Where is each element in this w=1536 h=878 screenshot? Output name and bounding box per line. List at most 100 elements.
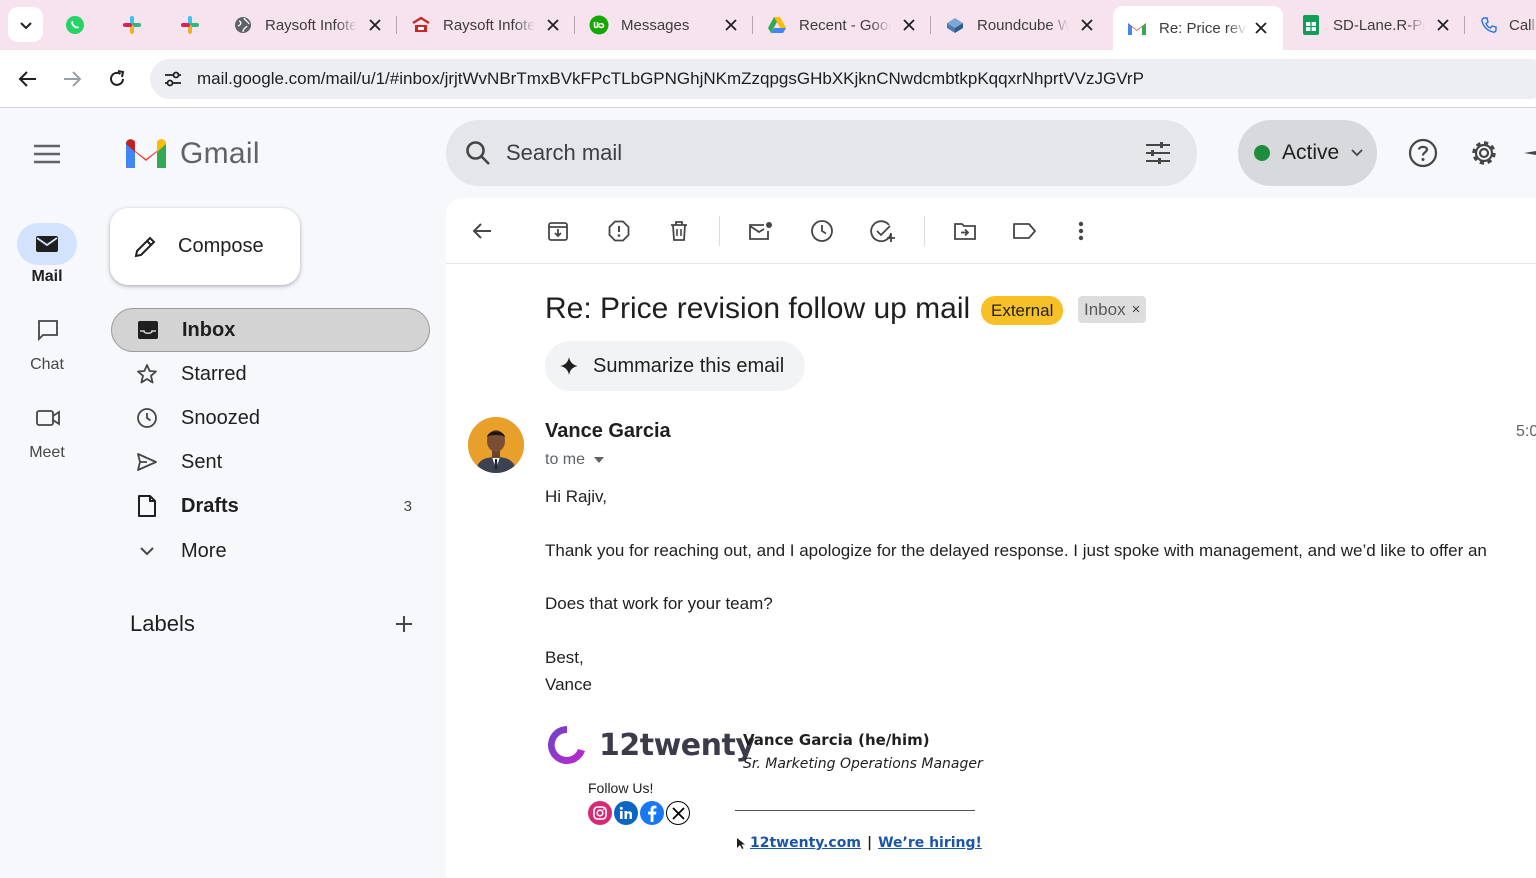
browser-tab-active[interactable]: Re: Price revision bbox=[1113, 6, 1283, 50]
rail-item-chat[interactable] bbox=[20, 314, 76, 346]
mark-unread-button[interactable] bbox=[747, 217, 775, 245]
archive-button[interactable] bbox=[544, 217, 572, 245]
forward-button[interactable] bbox=[58, 65, 86, 93]
mail-icon bbox=[36, 236, 58, 252]
reload-button[interactable] bbox=[103, 65, 131, 93]
status-button[interactable]: Active bbox=[1238, 120, 1377, 186]
search-button[interactable] bbox=[464, 139, 492, 167]
folder-drafts[interactable]: Drafts 3 bbox=[111, 484, 430, 528]
email-timestamp: 5:0 bbox=[1516, 423, 1536, 440]
close-tab-icon[interactable] bbox=[367, 17, 383, 33]
x-link[interactable] bbox=[666, 801, 690, 825]
rail-label-mail[interactable]: Mail bbox=[0, 268, 94, 286]
external-badge: External bbox=[981, 296, 1064, 325]
inbox-icon bbox=[138, 321, 158, 339]
browser-tab[interactable]: SD-Lane.R-Price bbox=[1287, 0, 1465, 50]
arrow-left-icon bbox=[18, 71, 36, 87]
sender-name[interactable]: Vance Garcia bbox=[545, 420, 671, 443]
tab-title: Messages bbox=[621, 16, 690, 34]
browser-tab[interactable]: Roundcube Webmail bbox=[931, 0, 1109, 50]
gear-icon bbox=[1472, 141, 1496, 165]
remove-label-icon[interactable]: × bbox=[1132, 301, 1141, 318]
rail-label-meet[interactable]: Meet bbox=[0, 444, 94, 462]
report-spam-button[interactable] bbox=[605, 217, 633, 245]
clock-icon bbox=[137, 408, 157, 428]
close-tab-icon[interactable] bbox=[723, 17, 739, 33]
browser-tab[interactable]: Messages bbox=[575, 0, 753, 50]
pinned-tab-slack-1[interactable] bbox=[117, 10, 147, 40]
careers-link[interactable]: We’re hiring! bbox=[878, 835, 982, 851]
instagram-icon bbox=[593, 806, 607, 820]
link-separator: | bbox=[866, 835, 873, 851]
support-button[interactable] bbox=[1405, 135, 1441, 171]
close-tab-icon[interactable] bbox=[1435, 17, 1451, 33]
caret-down-icon bbox=[594, 457, 605, 463]
folder-inbox[interactable]: Inbox bbox=[111, 308, 430, 352]
google-drive-icon bbox=[768, 17, 786, 33]
company-website-link[interactable]: 12twenty.com bbox=[750, 835, 861, 851]
close-tab-icon[interactable] bbox=[545, 17, 561, 33]
back-button[interactable] bbox=[14, 65, 42, 93]
upwork-logo-icon bbox=[589, 15, 609, 35]
filter-sliders-icon bbox=[1146, 142, 1170, 164]
delete-button[interactable] bbox=[665, 217, 693, 245]
more-actions-button[interactable] bbox=[1067, 217, 1095, 245]
send-icon bbox=[137, 453, 157, 471]
email-body-line: Does that work for your team? bbox=[545, 594, 773, 613]
labels-button[interactable] bbox=[1011, 217, 1039, 245]
rail-item-meet[interactable] bbox=[20, 402, 76, 434]
folder-starred[interactable]: Starred bbox=[111, 352, 430, 396]
pinned-tab-slack-2[interactable] bbox=[175, 10, 205, 40]
folder-sent[interactable]: Sent bbox=[111, 440, 430, 484]
gemini-button[interactable] bbox=[1520, 135, 1536, 171]
report-icon bbox=[608, 220, 630, 242]
signature-logo: 12twenty bbox=[545, 723, 755, 767]
sender-avatar[interactable] bbox=[468, 417, 524, 473]
gmail-logo[interactable]: Gmail bbox=[124, 136, 260, 172]
pinned-tab-whatsapp[interactable] bbox=[60, 10, 90, 40]
browser-tab[interactable]: Call bbox=[1465, 0, 1536, 50]
facebook-link[interactable] bbox=[640, 801, 664, 825]
folder-label: Snoozed bbox=[181, 406, 260, 429]
search-options-button[interactable] bbox=[1143, 138, 1173, 168]
recipients-toggle[interactable]: to me bbox=[545, 451, 605, 469]
search-bar bbox=[446, 120, 1197, 186]
x-icon bbox=[671, 806, 685, 820]
close-tab-icon[interactable] bbox=[1079, 17, 1095, 33]
instagram-link[interactable] bbox=[588, 801, 612, 825]
clock-icon bbox=[811, 220, 833, 242]
video-icon bbox=[36, 410, 60, 426]
address-bar[interactable]: mail.google.com/mail/u/1/#inbox/jrjtWvNB… bbox=[150, 59, 1536, 99]
browser-tab[interactable]: Recent - Google Drive bbox=[753, 0, 931, 50]
folder-snoozed[interactable]: Snoozed bbox=[111, 396, 430, 440]
chat-icon bbox=[38, 320, 58, 342]
url-text: mail.google.com/mail/u/1/#inbox/jrjtWvNB… bbox=[197, 69, 1144, 88]
signature-follow-text: Follow Us! bbox=[588, 780, 654, 796]
folder-label: Sent bbox=[181, 450, 223, 473]
tab-search-button[interactable] bbox=[8, 7, 43, 42]
search-input[interactable] bbox=[506, 140, 1066, 166]
back-to-inbox-button[interactable] bbox=[468, 217, 496, 245]
close-tab-icon[interactable] bbox=[901, 17, 917, 33]
site-info-button[interactable] bbox=[158, 64, 188, 94]
close-tab-icon[interactable] bbox=[1253, 20, 1269, 36]
rail-label-chat[interactable]: Chat bbox=[0, 356, 94, 374]
browser-tab[interactable]: Raysoft Infotech bbox=[219, 0, 397, 50]
inbox-label-chip[interactable]: Inbox × bbox=[1078, 296, 1147, 323]
summarize-email-button[interactable]: Summarize this email bbox=[545, 341, 805, 391]
draft-icon bbox=[138, 495, 156, 517]
linkedin-link[interactable] bbox=[614, 801, 638, 825]
add-to-tasks-button[interactable] bbox=[869, 217, 897, 245]
snooze-button[interactable] bbox=[808, 217, 836, 245]
folder-more[interactable]: More bbox=[111, 529, 430, 573]
gmail-icon bbox=[1128, 23, 1146, 35]
browser-tab[interactable]: Raysoft Infotech bbox=[397, 0, 575, 50]
settings-button[interactable] bbox=[1466, 135, 1502, 171]
rail-item-mail[interactable] bbox=[17, 223, 77, 265]
create-label-button[interactable] bbox=[393, 613, 415, 635]
compose-button[interactable]: Compose bbox=[110, 208, 300, 285]
move-to-button[interactable] bbox=[951, 217, 979, 245]
sparkle-icon bbox=[1524, 151, 1536, 155]
google-sheets-icon bbox=[1303, 15, 1319, 35]
pencil-icon bbox=[134, 236, 156, 257]
